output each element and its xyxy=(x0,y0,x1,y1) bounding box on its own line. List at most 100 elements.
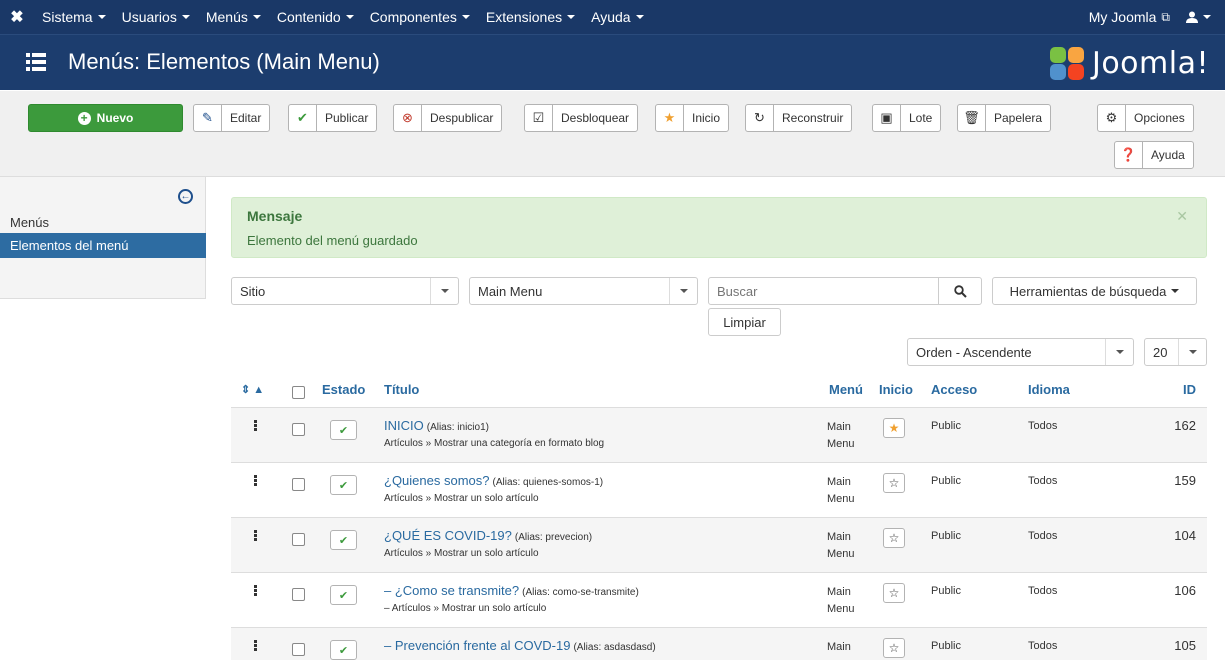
drag-handle-icon[interactable] xyxy=(254,640,257,651)
new-button[interactable]: + Nuevo xyxy=(28,104,183,132)
home-star-outline-icon[interactable]: ☆ xyxy=(883,528,905,548)
drag-handle-icon[interactable] xyxy=(254,420,257,431)
client-select[interactable]: Sitio xyxy=(231,277,459,305)
caret-down-icon xyxy=(430,278,458,304)
joomla-small-logo-icon[interactable]: ✖ xyxy=(0,0,34,34)
item-title-link[interactable]: – ¿Como se transmite? xyxy=(384,583,519,598)
sidebar-item-menu-items[interactable]: Elementos del menú xyxy=(0,233,206,258)
published-toggle[interactable]: ✔ xyxy=(330,640,357,660)
caret-down-icon xyxy=(252,15,261,19)
item-title-link[interactable]: ¿Quienes somos? xyxy=(384,473,490,488)
nav-contenido[interactable]: Contenido xyxy=(269,0,362,34)
trash-button[interactable]: 🗑 Papelera xyxy=(957,104,1052,132)
nav-menus[interactable]: Menús xyxy=(198,0,269,34)
edit-button[interactable]: ✎ Editar xyxy=(193,104,271,132)
item-menu: Main Menu xyxy=(827,531,855,560)
col-home[interactable]: Inicio xyxy=(879,382,913,397)
sidebar-item-menus[interactable]: Menús xyxy=(0,210,206,235)
table-row: ✔ – Prevención frente al COVD-19 (Alias: … xyxy=(231,628,1207,660)
item-title-link[interactable]: INICIO xyxy=(384,418,424,433)
home-star-outline-icon[interactable]: ☆ xyxy=(883,473,905,493)
trash-label: Papelera xyxy=(994,111,1043,125)
nav-sistema[interactable]: Sistema xyxy=(34,0,114,34)
batch-button[interactable]: ▣ Lote xyxy=(872,104,942,132)
published-toggle[interactable]: ✔ xyxy=(330,475,357,495)
drag-handle-icon[interactable] xyxy=(254,475,257,486)
collapse-sidebar-icon[interactable]: ← xyxy=(178,189,193,204)
refresh-icon: ↻ xyxy=(746,105,774,131)
item-title-link[interactable]: ¿QUÉ ES COVID-19? xyxy=(384,528,512,543)
row-checkbox[interactable] xyxy=(292,588,305,601)
item-language: Todos xyxy=(1028,640,1058,652)
rebuild-button[interactable]: ↻ Reconstruir xyxy=(745,104,853,132)
clear-button[interactable]: Limpiar xyxy=(708,308,781,336)
published-toggle[interactable]: ✔ xyxy=(330,420,357,440)
item-access: Public xyxy=(931,640,961,652)
nav-label: Extensiones xyxy=(485,9,563,25)
batch-label: Lote xyxy=(909,111,933,125)
col-title[interactable]: Título xyxy=(384,382,419,397)
success-message: Mensaje Elemento del menú guardado ✕ xyxy=(231,197,1207,258)
sidebar: ← Menús Elementos del menú xyxy=(0,177,206,299)
table-row: ✔ ¿Quienes somos? (Alias: quienes-somos-1… xyxy=(231,463,1207,518)
item-menu: Main Menu xyxy=(827,586,855,615)
published-toggle[interactable]: ✔ xyxy=(330,585,357,605)
search-input[interactable] xyxy=(708,277,939,305)
col-menu[interactable]: Menú xyxy=(829,382,863,397)
home-star-outline-icon[interactable]: ☆ xyxy=(883,583,905,603)
ordering-select[interactable]: Orden - Ascendente xyxy=(907,338,1134,366)
caret-down-icon xyxy=(567,15,576,19)
row-checkbox[interactable] xyxy=(292,478,305,491)
page-header: Menús: Elementos (Main Menu) Joomla! xyxy=(0,34,1225,90)
col-id[interactable]: ID xyxy=(1183,382,1196,397)
nav-componentes[interactable]: Componentes xyxy=(362,0,478,34)
col-access[interactable]: Acceso xyxy=(931,382,977,397)
times-circle-icon: ⊗ xyxy=(394,105,422,131)
options-label: Opciones xyxy=(1134,111,1185,125)
caret-down-icon xyxy=(345,15,354,19)
drag-handle-icon[interactable] xyxy=(254,585,257,596)
close-icon[interactable]: ✕ xyxy=(1176,208,1188,225)
title-cell: ¿Quienes somos? (Alias: quienes-somos-1) xyxy=(384,473,603,488)
unlock-label: Desbloquear xyxy=(561,111,630,125)
table-row: ✔ – ¿Como se transmite? (Alias: como-se-t… xyxy=(231,573,1207,628)
home-star-icon[interactable]: ★ xyxy=(883,418,905,438)
my-site-link[interactable]: My Joomla ⧉ xyxy=(1081,0,1178,34)
unpublish-button[interactable]: ⊗ Despublicar xyxy=(393,104,503,132)
nav-usuarios[interactable]: Usuarios xyxy=(114,0,198,34)
user-icon xyxy=(1186,11,1198,23)
item-title-link[interactable]: – Prevención frente al COVD-19 xyxy=(384,638,570,653)
options-button[interactable]: ⚙ Opciones xyxy=(1097,104,1194,132)
item-alias: (Alias: asdasdasd) xyxy=(573,642,656,653)
home-star-outline-icon[interactable]: ☆ xyxy=(883,638,905,658)
col-state[interactable]: Estado xyxy=(322,382,365,397)
unlock-button[interactable]: ☑ Desbloquear xyxy=(524,104,639,132)
search-button[interactable] xyxy=(938,277,982,305)
rebuild-label: Reconstruir xyxy=(782,111,844,125)
home-button[interactable]: ★ Inicio xyxy=(655,104,730,132)
ordering-sort-icon[interactable]: ⇕ ▲ xyxy=(241,383,264,396)
user-menu[interactable] xyxy=(1178,0,1225,34)
row-checkbox[interactable] xyxy=(292,643,305,656)
search-tools-button[interactable]: Herramientas de búsqueda xyxy=(992,277,1197,305)
check-icon: ✔ xyxy=(338,644,349,657)
item-type: – Artículos » Mostrar un solo artículo xyxy=(384,603,547,614)
publish-button[interactable]: ✔ Publicar xyxy=(288,104,378,132)
limit-select[interactable]: 20 xyxy=(1144,338,1207,366)
select-all-checkbox[interactable] xyxy=(292,386,305,399)
menu-select[interactable]: Main Menu xyxy=(469,277,698,305)
caret-down-icon xyxy=(461,15,470,19)
item-menu: Main xyxy=(827,641,851,653)
item-access: Public xyxy=(931,530,961,542)
help-button[interactable]: ❓ Ayuda xyxy=(1114,141,1194,169)
sidebar-item-label: Elementos del menú xyxy=(10,238,129,253)
drag-handle-icon[interactable] xyxy=(254,530,257,541)
nav-extensiones[interactable]: Extensiones xyxy=(478,0,583,34)
question-circle-icon: ❓ xyxy=(1115,142,1143,168)
row-checkbox[interactable] xyxy=(292,423,305,436)
item-type: Artículos » Mostrar una categoría en for… xyxy=(384,438,605,449)
nav-ayuda[interactable]: Ayuda xyxy=(583,0,651,34)
published-toggle[interactable]: ✔ xyxy=(330,530,357,550)
row-checkbox[interactable] xyxy=(292,533,305,546)
col-language[interactable]: Idioma xyxy=(1028,382,1070,397)
